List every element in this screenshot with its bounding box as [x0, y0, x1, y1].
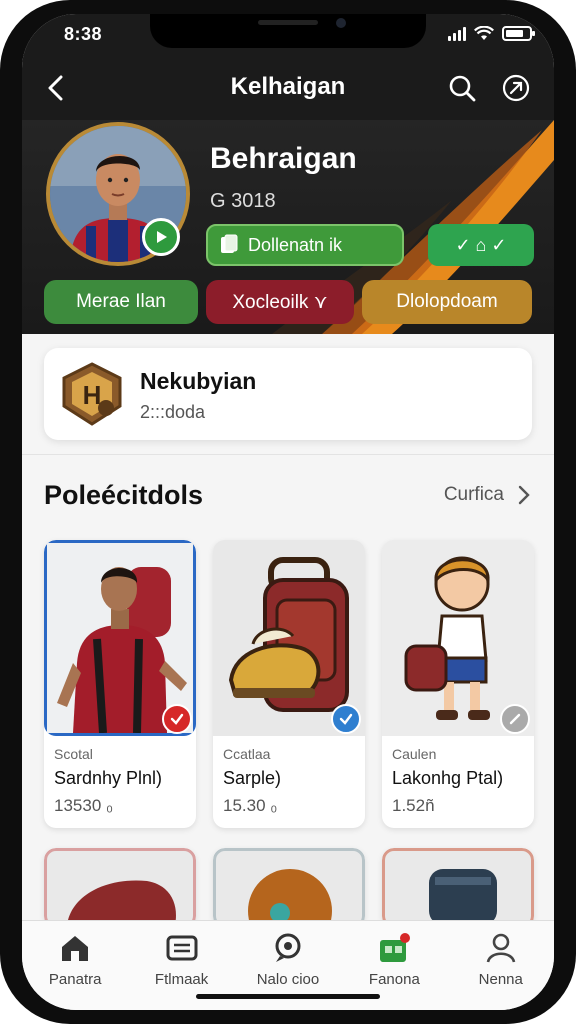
status-time: 8:38 [64, 24, 103, 44]
rank-card[interactable]: H Nekubyian 2:::doda [44, 348, 532, 440]
status-icons [448, 26, 535, 41]
search-button[interactable] [446, 72, 478, 104]
item-image-partial-3 [382, 848, 534, 920]
status-bar: 8:38 [22, 14, 554, 58]
chevron-right-icon [518, 485, 530, 505]
phone-frame: 8:38 Kelhaigan Behraigan G 3018 Dollenat… [0, 0, 576, 1024]
item-category: Ccatlaa [223, 746, 271, 762]
nav-label-chat: Nalo cioo [256, 971, 320, 988]
item-name: Sardnhy Plnl) [54, 768, 163, 788]
see-all-label: Curfica [443, 484, 504, 505]
front-camera [336, 18, 346, 28]
section-title: Poleécitdols [44, 480, 204, 510]
item-image-partial-1 [44, 848, 196, 920]
item-card-partial-2[interactable] [213, 848, 365, 920]
notch [150, 14, 426, 48]
item-price: 13530 ₀ [54, 796, 114, 815]
nav-item-profile[interactable]: Nenna [451, 931, 551, 1010]
item-card-kid[interactable]: Caulen Lakonhg Ptal) 1.52ñ [382, 540, 534, 828]
action-button-3[interactable]: Dlolopdoam [362, 280, 532, 324]
rank-title: Nekubyian [140, 368, 257, 394]
main-content: H Nekubyian 2:::doda Poleécitdols Curfic… [22, 334, 554, 920]
action-button-1[interactable]: Merae Ilan [44, 280, 198, 324]
item-price: 15.30 ₀ [223, 796, 278, 815]
item-card-player[interactable]: Scotal Sardnhy Plnl) 13530 ₀ [44, 540, 196, 828]
action-button-2[interactable]: Xocleoilk ⋎ [206, 280, 354, 324]
item-card-partial-1[interactable] [44, 848, 196, 920]
profile-section: Behraigan G 3018 Dollenatn ik ✓ ⌂ ✓ Mera… [22, 120, 554, 334]
divider [22, 454, 554, 455]
action-button-3-label: Dlolopdoam [396, 291, 498, 312]
wallet-icon [166, 935, 198, 961]
item-badge-1 [162, 704, 192, 734]
action-button-2-label: Xocleoilk ⋎ [232, 291, 328, 313]
nav-label-profile: Nenna [478, 971, 523, 988]
nav-label-wallet: Ftlmaak [154, 971, 209, 988]
battery-icon [502, 26, 535, 41]
store-icon [380, 933, 411, 962]
check-icon [170, 713, 184, 725]
rank-subtitle: 2:::doda [140, 402, 206, 422]
signal-icon [448, 26, 466, 41]
app-header: Kelhaigan [22, 58, 554, 120]
item-card-bag[interactable]: Ccatlaa Sarple) 15.30 ₀ [213, 540, 365, 828]
nav-item-home[interactable]: Panatra [25, 931, 125, 1010]
share-button[interactable] [500, 72, 532, 104]
home-indicator [196, 994, 380, 999]
profile-id: G 3018 [210, 190, 276, 212]
item-price: 1.52ñ [392, 796, 435, 815]
action-row: Merae Ilan Xocleoilk ⋎ Dlolopdoam [44, 280, 532, 324]
verified-chip-label: ✓ ⌂ ✓ [455, 234, 507, 255]
collection-chip-label: Dollenatn ik [248, 234, 343, 255]
search-icon [449, 75, 476, 102]
app-screen: 8:38 Kelhaigan Behraigan G 3018 Dollenat… [22, 14, 554, 1010]
item-category: Scotal [54, 746, 93, 762]
profile-icon [486, 933, 516, 963]
speaker [258, 20, 318, 25]
chat-icon [275, 933, 301, 962]
nav-label-home: Panatra [48, 971, 102, 988]
collection-chip[interactable]: Dollenatn ik [206, 224, 404, 266]
verified-chip[interactable]: ✓ ⌂ ✓ [428, 224, 534, 266]
action-button-1-label: Merae Ilan [76, 291, 166, 312]
item-badge-2 [331, 704, 361, 734]
play-button[interactable] [142, 218, 180, 256]
share-icon [502, 74, 530, 102]
wifi-icon [474, 26, 494, 40]
book-icon [221, 234, 238, 253]
item-card-partial-3[interactable] [382, 848, 534, 920]
pencil-icon [509, 713, 521, 725]
item-name: Sarple) [223, 768, 282, 788]
item-image-partial-2 [213, 848, 365, 920]
item-name: Lakonhg Ptal) [392, 768, 504, 788]
play-icon [157, 231, 167, 243]
nav-label-store: Fanona [368, 971, 420, 988]
item-badge-3 [500, 704, 530, 734]
item-category: Caulen [392, 746, 437, 762]
home-icon [62, 936, 89, 961]
see-all-link[interactable]: Curfica [444, 484, 530, 506]
rank-badge-icon: H [62, 362, 122, 426]
check-icon [339, 713, 353, 725]
profile-name: Behraigan [210, 142, 357, 175]
